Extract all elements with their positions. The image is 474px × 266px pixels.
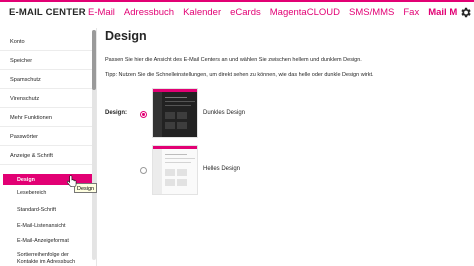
- sidebar-subitem-anzeigeformat[interactable]: E-Mail-Anzeigeformat: [0, 238, 92, 244]
- sidebar-item-anzeige-schrift[interactable]: Anzeige & Schrift: [0, 146, 92, 165]
- preview-line: [165, 97, 187, 99]
- pointer-cursor-icon: [67, 175, 77, 188]
- light-design-preview[interactable]: [152, 145, 198, 195]
- preview-card: [165, 169, 175, 176]
- preview-line: [165, 105, 191, 107]
- preview-card: [177, 122, 187, 129]
- top-navigation-bar: E-MAIL CENTER E-Mail Adressbuch Kalender…: [0, 0, 474, 26]
- preview-line: [165, 158, 195, 160]
- sidebar-subitem-standard-schrift[interactable]: Standard-Schrift: [0, 207, 92, 213]
- app-title: E-MAIL CENTER: [9, 7, 86, 18]
- light-design-label[interactable]: Helles Design: [203, 166, 240, 172]
- preview-card: [177, 112, 187, 119]
- nav-magentacloud[interactable]: MagentaCLOUD: [270, 7, 340, 18]
- preview-line: [165, 162, 191, 164]
- preview-sidebar: [153, 92, 162, 137]
- dark-design-preview[interactable]: [152, 88, 198, 138]
- nav-adressbuch[interactable]: Adressbuch: [124, 7, 174, 18]
- sidebar-scrollbar-thumb[interactable]: [92, 30, 96, 90]
- dark-design-label[interactable]: Dunkles Design: [203, 110, 245, 116]
- tooltip: Design: [74, 183, 98, 193]
- preview-card: [165, 112, 175, 119]
- sidebar-item-passwoerter[interactable]: Passwörter: [0, 127, 92, 146]
- nav-sms-mms[interactable]: SMS/MMS: [349, 7, 394, 18]
- design-field-label: Design:: [105, 110, 128, 116]
- preview-line: [165, 101, 195, 103]
- sidebar-item-virenschutz[interactable]: Virenschutz: [0, 89, 92, 108]
- preview-card: [177, 179, 187, 186]
- preview-card: [165, 122, 175, 129]
- nav-fax[interactable]: Fax: [403, 7, 419, 18]
- nav-kalender[interactable]: Kalender: [183, 7, 221, 18]
- page-title: Design: [105, 29, 147, 43]
- sidebar-subitem-sortierreihenfolge-line2[interactable]: Kontakte im Adressbuch: [0, 259, 92, 265]
- radio-light-design[interactable]: [140, 167, 147, 174]
- nav-email[interactable]: E-Mail: [88, 7, 115, 18]
- nav-ecards[interactable]: eCards: [230, 7, 261, 18]
- preview-card: [177, 169, 187, 176]
- nav-mail-m[interactable]: Mail M: [428, 7, 457, 18]
- tip-text: Tipp: Nutzen Sie die Schnelleinstellunge…: [105, 72, 374, 78]
- preview-card: [165, 179, 175, 186]
- sidebar-item-konto[interactable]: Konto: [0, 32, 92, 51]
- sidebar-subitem-sortierreihenfolge[interactable]: Sortierreihenfolge der: [0, 252, 92, 258]
- main-navigation: E-Mail Adressbuch Kalender eCards Magent…: [88, 7, 457, 18]
- sidebar-item-spamschutz[interactable]: Spamschutz: [0, 70, 92, 89]
- sidebar-subitem-listenansicht[interactable]: E-Mail-Listenansicht: [0, 223, 92, 229]
- gear-icon[interactable]: [459, 6, 472, 19]
- accent-line: [0, 0, 474, 2]
- sidebar-item-speicher[interactable]: Speicher: [0, 51, 92, 70]
- sidebar-item-mehr-funktionen[interactable]: Mehr Funktionen: [0, 108, 92, 127]
- preview-line: [165, 154, 187, 156]
- preview-sidebar: [153, 149, 162, 194]
- radio-dark-design[interactable]: [140, 111, 147, 118]
- intro-text: Passen Sie hier die Ansicht des E-Mail C…: [105, 57, 362, 63]
